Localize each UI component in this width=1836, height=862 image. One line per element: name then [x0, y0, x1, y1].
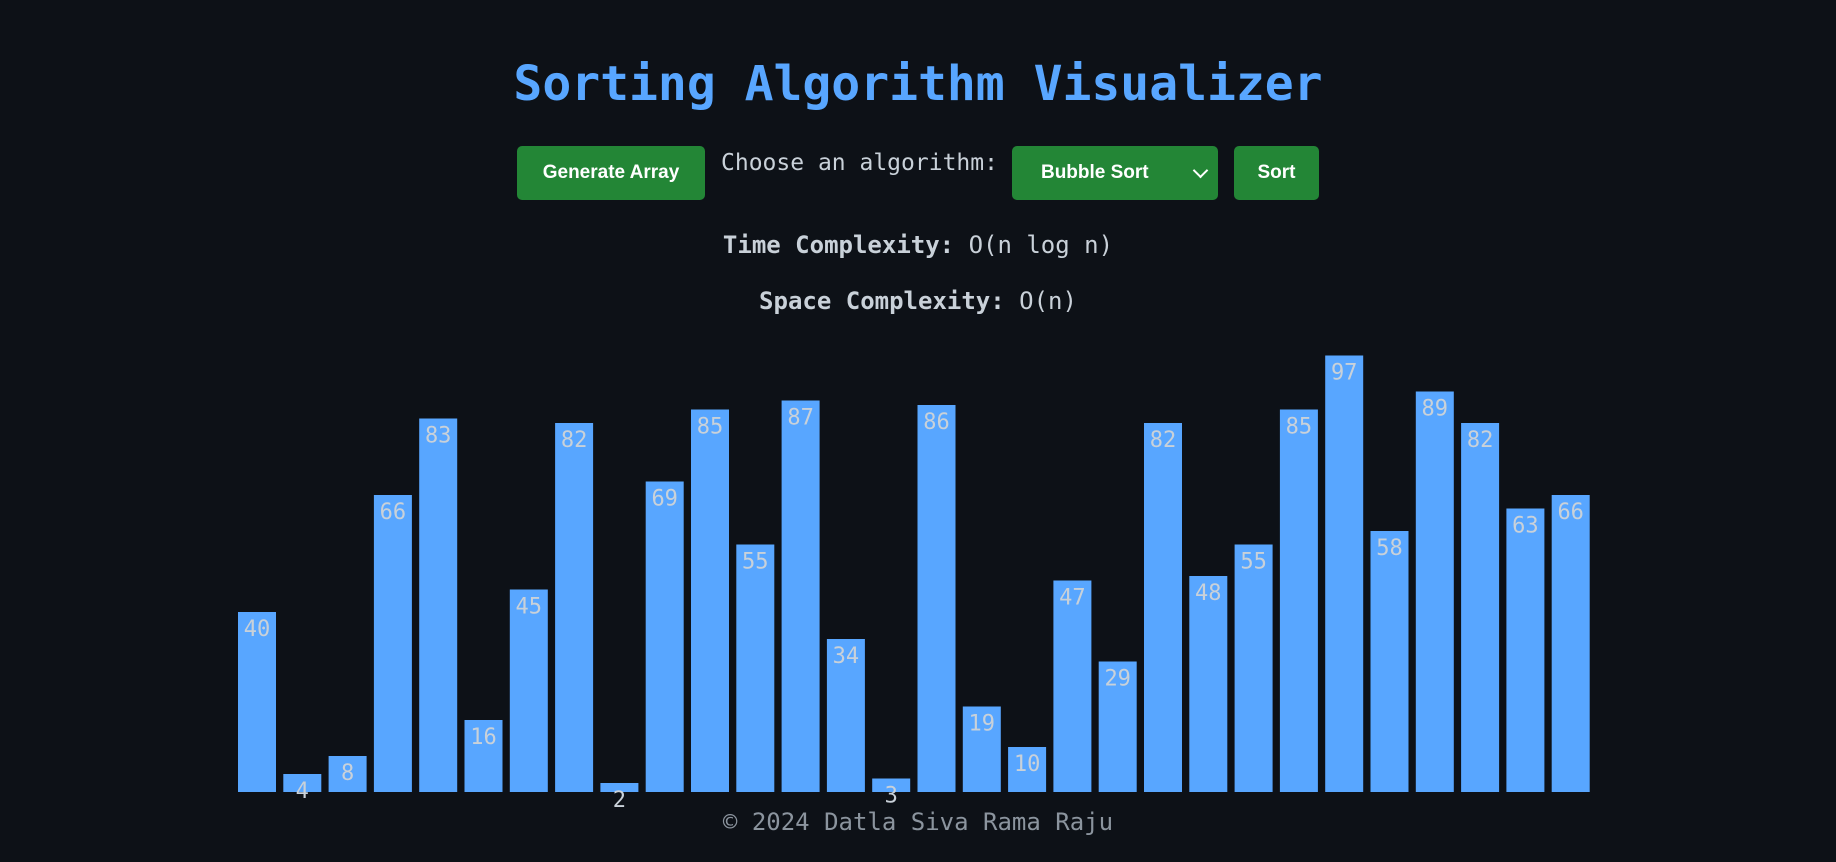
array-bar [1325, 355, 1364, 792]
array-bar-value: 63 [1512, 514, 1539, 539]
array-bar-value: 8 [341, 761, 354, 786]
array-bar [1506, 508, 1545, 792]
array-bar-value: 87 [787, 406, 814, 431]
array-bar-value: 82 [561, 428, 588, 453]
array-bar-value: 48 [1195, 581, 1222, 606]
array-bar [1189, 576, 1228, 792]
array-bar [1370, 531, 1409, 792]
array-bar [1144, 423, 1182, 792]
array-bar-value: 34 [833, 644, 860, 669]
array-bar-value: 45 [516, 595, 543, 620]
array-bar [509, 589, 548, 792]
array-bar-value: 4 [296, 779, 309, 804]
array-bar [1053, 580, 1092, 792]
array-bar [1415, 391, 1454, 792]
array-bar-value: 85 [697, 415, 724, 440]
array-bar [736, 544, 775, 792]
array-bar-value: 86 [923, 410, 950, 435]
array-bar-value: 47 [1059, 586, 1086, 611]
array-bar-value: 40 [244, 617, 271, 642]
array-bar [1551, 495, 1590, 792]
array-bar-value: 66 [380, 500, 407, 525]
array-bar-value: 19 [969, 712, 996, 737]
array-bar-value: 58 [1376, 536, 1403, 561]
array-bar-value: 29 [1104, 667, 1131, 692]
footer-copyright: © 2024 Datla Siva Rama Raju [722, 808, 1114, 836]
array-bar-value: 89 [1422, 397, 1449, 422]
array-bar [1279, 409, 1318, 792]
array-bars: 4048668316458226985558734386191047298248… [238, 355, 1590, 813]
array-bar [373, 495, 412, 792]
array-bar [691, 409, 729, 792]
array-bar-value: 83 [425, 424, 452, 449]
array-bar-value: 3 [885, 784, 898, 809]
array-bar [781, 400, 820, 792]
array-bar [555, 423, 594, 792]
array-bar-value: 85 [1286, 415, 1313, 440]
array-bar-value: 10 [1014, 752, 1041, 777]
array-bar [1234, 544, 1273, 792]
array-bar-value: 16 [470, 725, 497, 750]
array-bar [419, 418, 458, 792]
array-bar-value: 55 [1240, 550, 1267, 575]
array-bar-value: 82 [1467, 428, 1494, 453]
array-bar-value: 55 [742, 550, 769, 575]
array-bar [917, 405, 956, 792]
array-bar-value: 97 [1331, 361, 1358, 386]
array-bar-value: 82 [1150, 428, 1177, 453]
array-bar-value: 66 [1557, 500, 1584, 525]
array-bar [1461, 423, 1500, 792]
array-bar [645, 481, 684, 792]
array-bar-value: 69 [651, 487, 678, 512]
